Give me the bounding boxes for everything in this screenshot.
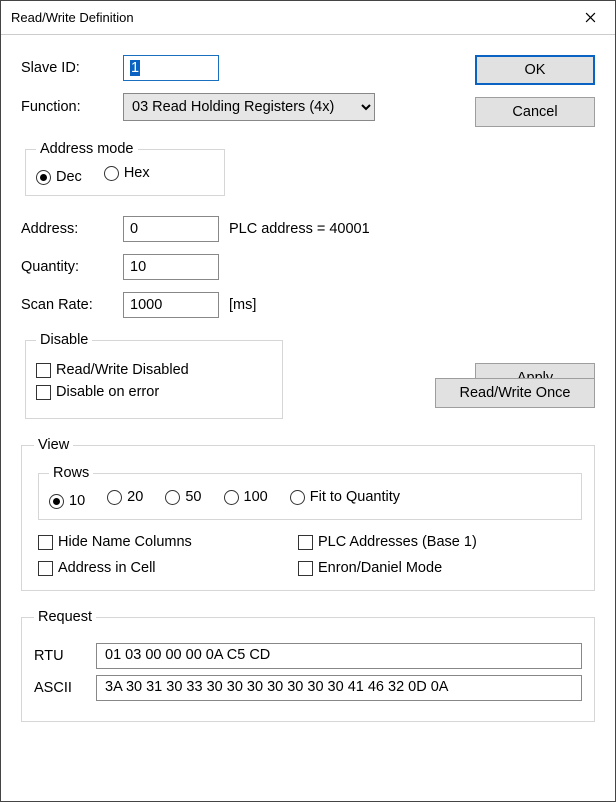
request-legend: Request — [34, 609, 96, 625]
quantity-label: Quantity: — [21, 259, 123, 275]
ascii-value: 3A 30 31 30 33 30 30 30 30 30 30 30 41 4… — [96, 675, 582, 701]
radio-rows-50[interactable]: 50 — [165, 489, 201, 505]
checkbox-icon — [298, 561, 313, 576]
plc-address-text: PLC address = 40001 — [229, 221, 370, 237]
check-enron[interactable]: Enron/Daniel Mode — [298, 560, 564, 576]
checkbox-icon — [298, 535, 313, 550]
close-icon — [585, 12, 596, 23]
function-select[interactable]: 03 Read Holding Registers (4x) — [123, 93, 375, 121]
view-legend: View — [34, 437, 73, 453]
titlebar: Read/Write Definition — [1, 1, 615, 35]
read-write-once-button[interactable]: Read/Write Once — [435, 378, 595, 408]
check-rw-disabled[interactable]: Read/Write Disabled — [36, 362, 272, 378]
checkbox-icon — [36, 385, 51, 400]
slave-id-label: Slave ID: — [21, 60, 123, 76]
radio-icon — [49, 494, 64, 509]
address-label: Address: — [21, 221, 123, 237]
radio-icon — [290, 490, 305, 505]
quantity-input[interactable] — [123, 254, 219, 280]
radio-icon — [36, 170, 51, 185]
check-hide-name[interactable]: Hide Name Columns — [38, 534, 280, 550]
slave-id-value: 1 — [130, 60, 140, 76]
checkbox-icon — [38, 535, 53, 550]
radio-dec-label: Dec — [56, 169, 82, 185]
checkbox-icon — [36, 363, 51, 378]
radio-icon — [224, 490, 239, 505]
rows-legend: Rows — [49, 465, 93, 481]
radio-icon — [104, 166, 119, 181]
radio-icon — [107, 490, 122, 505]
checkbox-icon — [38, 561, 53, 576]
scan-rate-input[interactable] — [123, 292, 219, 318]
client-area: Slave ID: 1 OK Function: 03 Read Holding… — [1, 35, 615, 801]
scan-rate-label: Scan Rate: — [21, 297, 123, 313]
radio-hex-label: Hex — [124, 165, 150, 181]
rw-disabled-label: Read/Write Disabled — [56, 362, 189, 378]
function-label: Function: — [21, 99, 123, 115]
radio-rows-fit[interactable]: Fit to Quantity — [290, 489, 400, 505]
radio-dec[interactable]: Dec — [36, 169, 82, 185]
address-mode-legend: Address mode — [36, 141, 138, 157]
disable-on-error-label: Disable on error — [56, 384, 159, 400]
close-button[interactable] — [567, 3, 613, 33]
radio-icon — [165, 490, 180, 505]
request-group: Request RTU 01 03 00 00 00 0A C5 CD ASCI… — [21, 609, 595, 722]
ok-button[interactable]: OK — [475, 55, 595, 85]
ascii-label: ASCII — [34, 680, 82, 696]
rtu-value: 01 03 00 00 00 0A C5 CD — [96, 643, 582, 669]
address-input[interactable] — [123, 216, 219, 242]
slave-id-input[interactable]: 1 — [123, 55, 219, 81]
check-plc-base1[interactable]: PLC Addresses (Base 1) — [298, 534, 564, 550]
radio-rows-100[interactable]: 100 — [224, 489, 268, 505]
check-addr-in-cell[interactable]: Address in Cell — [38, 560, 280, 576]
dialog-window: Read/Write Definition Slave ID: 1 OK Fun… — [0, 0, 616, 802]
radio-rows-10[interactable]: 10 — [49, 493, 85, 509]
rows-group: Rows 10 20 50 100 — [38, 465, 582, 520]
disable-legend: Disable — [36, 332, 92, 348]
view-group: View Rows 10 20 50 100 — [21, 437, 595, 591]
check-disable-on-error[interactable]: Disable on error — [36, 384, 272, 400]
address-mode-group: Address mode Dec Hex — [25, 141, 225, 196]
radio-rows-20[interactable]: 20 — [107, 489, 143, 505]
radio-hex[interactable]: Hex — [104, 165, 150, 181]
rtu-label: RTU — [34, 648, 82, 664]
disable-group: Disable Read/Write Disabled Disable on e… — [25, 332, 283, 419]
window-title: Read/Write Definition — [11, 10, 134, 25]
cancel-button[interactable]: Cancel — [475, 97, 595, 127]
ms-label: [ms] — [229, 297, 256, 313]
